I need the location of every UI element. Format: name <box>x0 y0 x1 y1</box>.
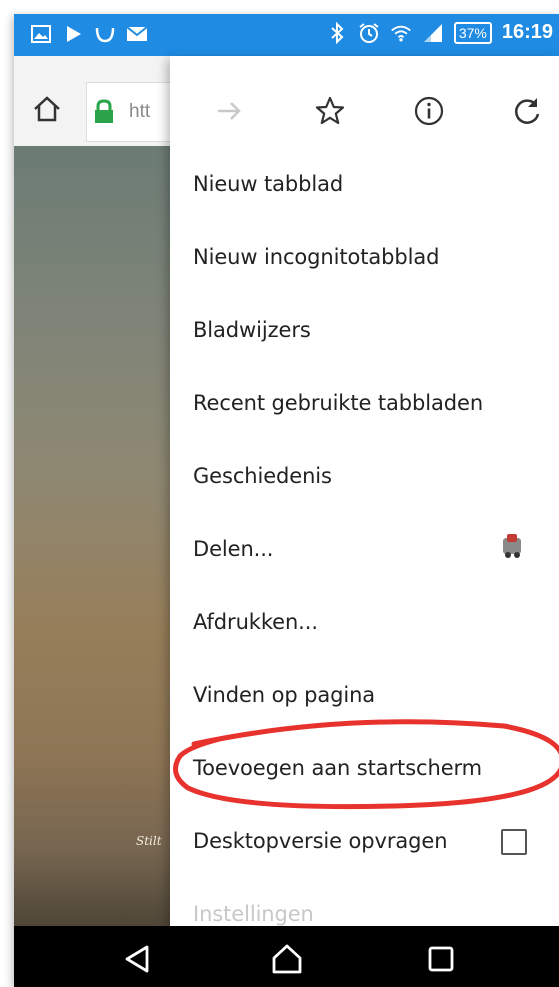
menu-item-recent-tabs[interactable]: Recent gebruikte tabbladen <box>193 391 483 415</box>
url-text[interactable]: htt <box>129 101 150 123</box>
menu-item-new-tab[interactable]: Nieuw tabblad <box>193 172 343 196</box>
bluetooth-icon <box>326 21 348 44</box>
menu-item-settings[interactable]: Instellingen <box>193 902 314 926</box>
menu-item-history[interactable]: Geschiedenis <box>193 464 332 488</box>
desktop-site-checkbox[interactable] <box>501 829 527 855</box>
menu-item-new-incognito-tab[interactable]: Nieuw incognitotabblad <box>193 245 439 269</box>
bookmark-star-icon[interactable] <box>313 94 347 128</box>
recent-apps-icon[interactable] <box>424 942 458 976</box>
mail-icon <box>126 23 148 45</box>
forward-arrow-icon[interactable] <box>212 94 246 128</box>
back-icon[interactable] <box>120 942 154 976</box>
status-time: 16:19 <box>501 21 553 43</box>
refresh-icon[interactable] <box>510 94 544 128</box>
home-icon[interactable] <box>32 94 62 124</box>
menu-item-share[interactable]: Delen... <box>193 537 273 561</box>
menu-item-bookmarks[interactable]: Bladwijzers <box>193 318 311 342</box>
alarm-icon <box>358 22 380 44</box>
status-bar: 37% 16:19 <box>14 14 559 56</box>
share-app-icon[interactable] <box>500 532 524 560</box>
navigation-bar <box>14 926 559 987</box>
signal-icon <box>422 22 444 44</box>
home-nav-icon[interactable] <box>270 942 304 976</box>
messenger-icon <box>94 23 116 45</box>
battery-indicator: 37% <box>453 21 492 44</box>
page-caption: Stilt <box>136 834 162 848</box>
overflow-menu: Nieuw tabblad Nieuw incognitotabblad Bla… <box>170 56 559 926</box>
menu-item-request-desktop-site[interactable]: Desktopversie opvragen <box>193 829 448 853</box>
play-icon <box>62 23 84 45</box>
menu-item-find-in-page[interactable]: Vinden op pagina <box>193 683 375 707</box>
menu-item-print[interactable]: Afdrukken... <box>193 610 318 634</box>
menu-item-add-to-homescreen[interactable]: Toevoegen aan startscherm <box>193 756 482 780</box>
wifi-icon <box>390 22 412 44</box>
lock-icon <box>93 99 115 129</box>
info-icon[interactable] <box>412 94 446 128</box>
image-icon <box>30 23 52 45</box>
menu-icon-row <box>170 56 559 156</box>
phone-screen: 37% 16:19 htt Stilt Nieuw tabblad Nieuw … <box>14 14 559 987</box>
